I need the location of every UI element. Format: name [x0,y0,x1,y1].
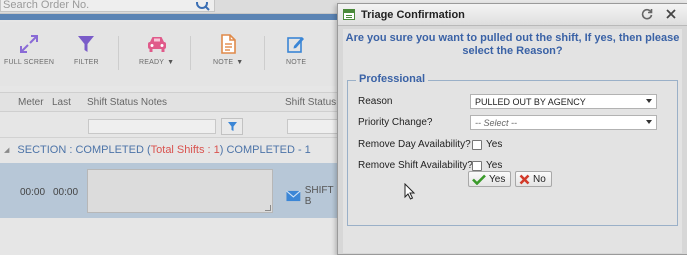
remove-shift-availability-checkbox[interactable]: Yes [472,160,502,171]
notes-filter-input[interactable] [88,119,216,134]
full-screen-button[interactable]: FULL SCREEN [4,34,54,66]
shift-status-cell: SHIFT B [286,185,340,207]
note-edit-button[interactable]: NOTE [286,34,306,66]
yes-button[interactable]: Yes [468,171,512,187]
dialog-title: Triage Confirmation [361,8,465,21]
yes-button-label: Yes [489,173,506,185]
note-edit-label: NOTE [286,59,307,66]
envelope-icon[interactable] [286,190,301,202]
ready-dropdown[interactable]: READY ▼ [139,34,174,66]
toolbar: FULL SCREEN FILTER READY ▼ NOTE ▼ NOTE [0,22,340,86]
section-prefix: SECTION : COMPLETED ( [17,144,151,156]
shift-status-text: SHIFT B [304,185,334,207]
expand-arrows-icon [20,35,39,53]
professional-legend: Professional [356,73,429,85]
window-icon [343,9,355,20]
filter-button[interactable]: FILTER [74,34,99,66]
professional-fieldset: Professional Reason PULLED OUT BY AGENCY… [347,73,678,226]
checkbox-box[interactable] [472,160,482,171]
remove-day-availability-checkbox[interactable]: Yes [472,139,502,150]
note-label: NOTE [213,59,234,66]
chevron-down-icon [646,99,652,103]
car-icon [147,37,166,52]
column-header-shift-status-notes[interactable]: Shift Status Notes [87,97,167,108]
grid-empty-area [0,218,340,255]
remove-shift-yes-label: Yes [486,160,503,171]
collapse-triangle-icon[interactable]: ◢ [4,146,9,154]
caret-down-icon: ▼ [236,59,244,66]
last-cell: 00:00 [53,187,79,198]
close-icon[interactable] [665,8,677,20]
search-input[interactable]: Search Order No. [0,0,215,12]
reason-label: Reason [358,96,393,107]
refresh-icon[interactable] [641,8,653,20]
meter-cell: 00:00 [20,187,46,198]
triage-confirmation-dialog: Triage Confirmation Are you sure you wan… [337,3,687,255]
search-icon[interactable] [190,0,216,12]
confirmation-question: Are you sure you want to pulled out the … [345,32,680,57]
checkmark-icon [472,174,486,185]
checkbox-box[interactable] [472,139,482,150]
x-icon [519,174,530,184]
shift-status-notes-textarea[interactable] [87,169,273,213]
mouse-cursor-icon [404,183,416,200]
edit-icon [287,37,305,53]
remove-shift-availability-label: Remove Shift Availability? [358,160,473,171]
no-button[interactable]: No [515,171,552,187]
chevron-down-icon [646,120,652,124]
funnel-icon [227,122,237,131]
toolbar-separator [118,36,119,70]
remove-day-availability-label: Remove Day Availability? [358,139,471,150]
filter-funnel-button[interactable] [221,118,243,135]
grid-section-row[interactable]: ◢ SECTION : COMPLETED ( Total Shifts : 1… [0,139,340,161]
filter-label: FILTER [74,59,99,66]
ready-label: READY [139,59,165,66]
reason-select-value: PULLED OUT BY AGENCY [475,97,586,107]
reason-select[interactable]: PULLED OUT BY AGENCY [470,94,657,109]
priority-select-value: -- Select -- [475,118,518,128]
grid-filter-row [0,113,347,138]
column-header-shift-status[interactable]: Shift Status [285,97,336,108]
toolbar-separator [190,36,191,70]
table-row[interactable]: 00:00 00:00 SHIFT B [0,163,340,218]
search-bar: Search Order No. [0,0,340,14]
section-total-shifts: Total Shifts : 1 [150,144,220,156]
resize-grip-icon[interactable] [265,205,271,211]
grid-header: Meter Last Shift Status Notes Shift Stat… [0,92,340,112]
no-button-label: No [533,173,546,185]
dialog-title-tools [641,8,677,20]
priority-change-label: Priority Change? [358,117,433,128]
caret-down-icon: ▼ [167,59,175,66]
section-suffix: ) COMPLETED - 1 [219,144,311,156]
remove-day-yes-label: Yes [486,139,503,150]
priority-change-select[interactable]: -- Select -- [470,115,657,130]
note-dropdown[interactable]: NOTE ▼ [213,34,243,66]
document-icon [221,34,236,54]
full-screen-label: FULL SCREEN [4,59,55,66]
dialog-titlebar[interactable]: Triage Confirmation [338,4,687,26]
funnel-icon [78,36,95,52]
dialog-body: Are you sure you want to pulled out the … [343,29,682,253]
column-header-last[interactable]: Last [52,97,71,108]
toolbar-separator [264,36,265,70]
header-divider [0,14,340,20]
column-header-meter[interactable]: Meter [18,97,44,108]
